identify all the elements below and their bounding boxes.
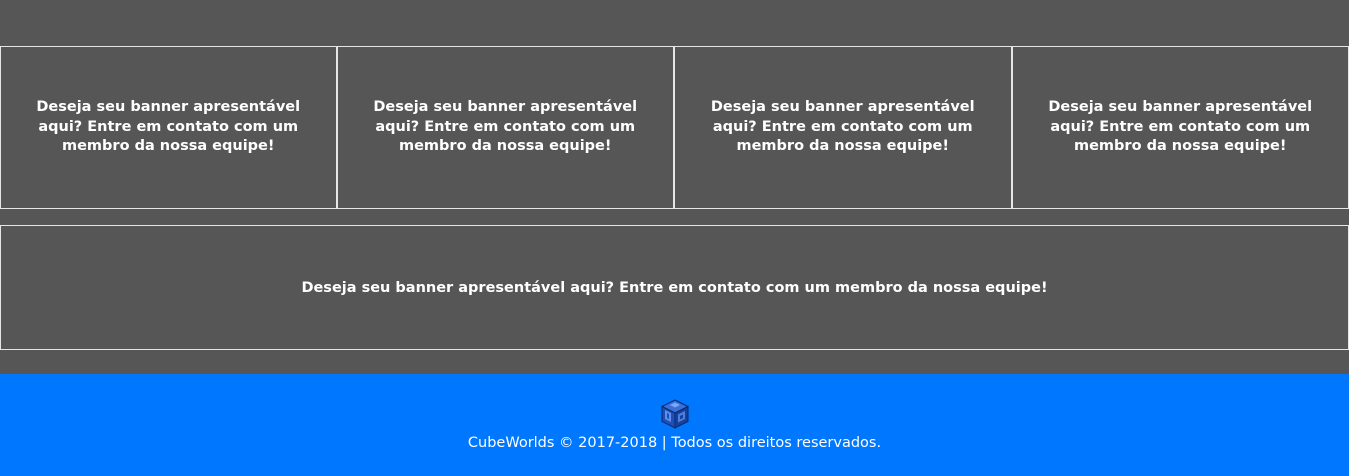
page: Deseja seu banner apresentável aqui? Ent… xyxy=(0,0,1349,476)
banner-slot-4[interactable]: Deseja seu banner apresentável aqui? Ent… xyxy=(1011,46,1349,209)
banner-row: Deseja seu banner apresentável aqui? Ent… xyxy=(0,46,1349,209)
banner-slot-wide[interactable]: Deseja seu banner apresentável aqui? Ent… xyxy=(0,225,1349,350)
banner-slot-2-text: Deseja seu banner apresentável aqui? Ent… xyxy=(373,99,638,155)
banner-slot-1-text: Deseja seu banner apresentável aqui? Ent… xyxy=(36,99,301,155)
footer: CubeWorlds © 2017-2018 | Todos os direit… xyxy=(0,374,1349,476)
banner-slot-4-text: Deseja seu banner apresentável aqui? Ent… xyxy=(1048,99,1313,155)
banner-slot-3[interactable]: Deseja seu banner apresentável aqui? Ent… xyxy=(674,46,1012,209)
footer-copyright: CubeWorlds © 2017-2018 | Todos os direit… xyxy=(467,435,882,451)
banner-slot-1[interactable]: Deseja seu banner apresentável aqui? Ent… xyxy=(0,46,337,209)
banner-slot-3-text: Deseja seu banner apresentável aqui? Ent… xyxy=(710,99,975,155)
banner-slot-wide-text: Deseja seu banner apresentável aqui? Ent… xyxy=(301,279,1048,296)
banner-slot-2[interactable]: Deseja seu banner apresentável aqui? Ent… xyxy=(336,46,674,209)
cube-logo-icon xyxy=(660,399,689,429)
